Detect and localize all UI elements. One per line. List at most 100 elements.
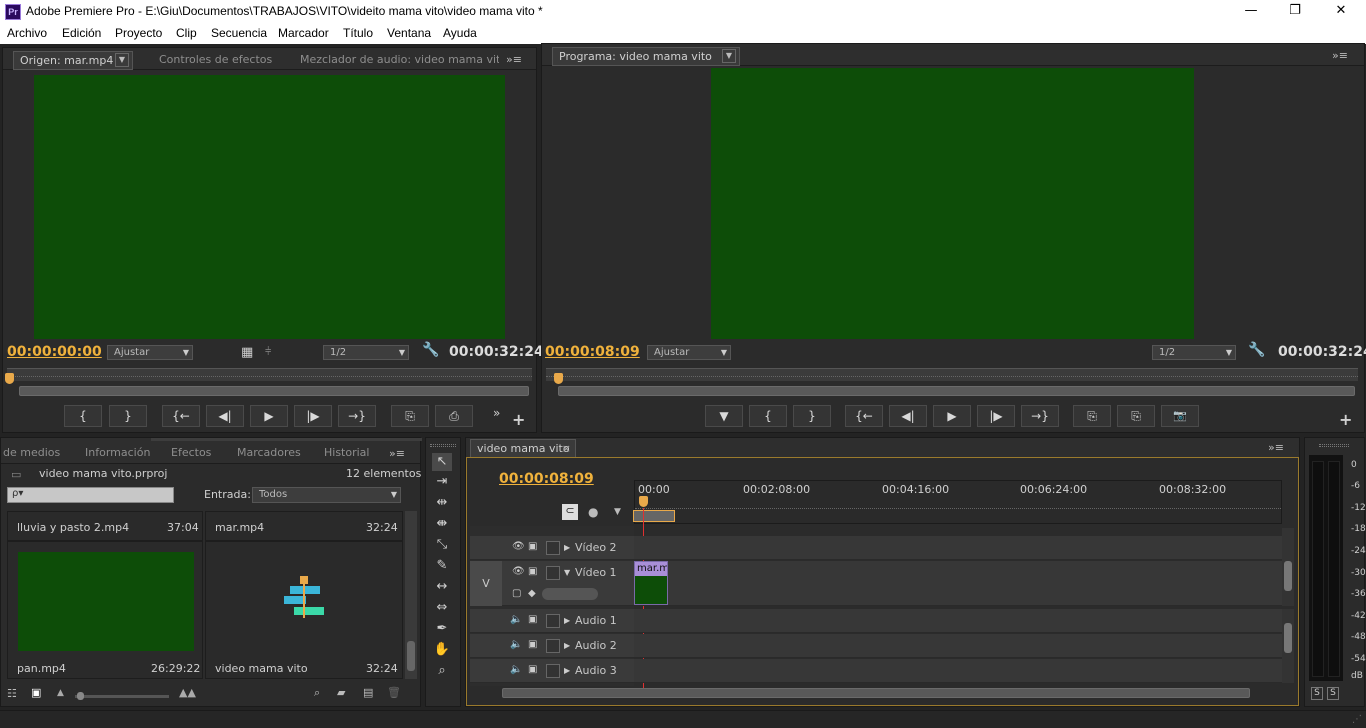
source-time-ruler[interactable] [7, 368, 532, 381]
play-button[interactable]: ▶ [933, 405, 971, 427]
go-to-out-button[interactable]: →} [338, 405, 376, 427]
timeline-timecode[interactable]: 00:00:08:09 [499, 471, 594, 487]
mark-in-button[interactable]: { [749, 405, 787, 427]
add-marker-icon[interactable]: ● [588, 505, 598, 519]
menu-ayuda[interactable]: Ayuda [443, 26, 477, 40]
lift-button[interactable]: ⎘ [1073, 405, 1111, 427]
add-button[interactable]: + [512, 410, 525, 429]
source-fit-select[interactable]: Ajustar ▼ [107, 345, 193, 360]
project-scroll-thumb[interactable] [407, 641, 415, 671]
rate-stretch-tool-icon[interactable]: ⤡ [432, 536, 452, 554]
slide-tool-icon[interactable]: ⇔ [432, 599, 452, 617]
project-item-pan[interactable]: pan.mp4 26:29:22 [7, 541, 203, 679]
mark-out-button[interactable]: } [793, 405, 831, 427]
selection-tool-icon[interactable]: ↖ [432, 453, 452, 471]
lock-toggle[interactable] [546, 541, 560, 555]
lock-toggle[interactable] [546, 664, 560, 678]
track-lane-audio1[interactable] [634, 609, 1282, 633]
zoom-out-icon[interactable]: ▲ [57, 688, 64, 698]
panel-menu-icon[interactable]: »≡ [506, 53, 522, 66]
play-button[interactable]: ▶ [250, 405, 288, 427]
tab-info[interactable]: Información [79, 444, 159, 463]
rolling-edit-tool-icon[interactable]: ⇼ [432, 515, 452, 533]
minimize-button[interactable]: — [1228, 0, 1274, 24]
film-icon[interactable]: ▣ [528, 541, 537, 552]
tab-audio-mixer[interactable]: Mezclador de audio: video mama vito [294, 51, 499, 70]
restore-button[interactable]: ❐ [1272, 0, 1318, 24]
icon-view-icon[interactable]: ▣ [31, 686, 41, 699]
menu-titulo[interactable]: Título [343, 26, 373, 40]
tab-effects[interactable]: Efectos [165, 444, 227, 463]
panel-grip[interactable] [1319, 444, 1349, 447]
more-buttons-icon[interactable]: » [493, 406, 500, 420]
go-to-in-button[interactable]: {← [845, 405, 883, 427]
expand-arrow-icon[interactable]: ▶ [564, 616, 570, 625]
zoom-tool-icon[interactable]: ⌕ [432, 662, 452, 680]
program-playhead[interactable] [554, 373, 563, 384]
tab-media-browser[interactable]: de medios [1, 444, 79, 463]
chevron-down-icon[interactable]: ▼ [115, 53, 129, 67]
source-resolution-select[interactable]: 1/2 ▼ [323, 345, 409, 360]
menu-clip[interactable]: Clip [176, 26, 197, 40]
work-area-bar[interactable] [633, 510, 675, 522]
project-search-input[interactable]: ρ▾ [7, 487, 174, 503]
film-icon[interactable]: ▦ [241, 345, 253, 360]
display-style-icon[interactable]: ▢ [512, 588, 521, 599]
resize-grip-icon[interactable]: ⋰ [1352, 714, 1362, 725]
step-forward-button[interactable]: |▶ [294, 405, 332, 427]
zoom-slider[interactable] [75, 692, 169, 700]
export-frame-button[interactable]: 📷 [1161, 405, 1199, 427]
ripple-edit-tool-icon[interactable]: ⇹ [432, 494, 452, 512]
step-back-button[interactable]: ◀| [206, 405, 244, 427]
tab-source[interactable]: Origen: mar.mp4 ▼ [13, 51, 133, 70]
solo-right-button[interactable]: S [1327, 687, 1339, 700]
program-zoom-scrollbar[interactable] [558, 386, 1355, 396]
menu-ventana[interactable]: Ventana [387, 26, 431, 40]
speaker-icon[interactable]: 🔈 [510, 614, 522, 625]
go-to-out-button[interactable]: →} [1021, 405, 1059, 427]
scroll-thumb[interactable] [1284, 561, 1292, 591]
mark-out-button[interactable]: } [109, 405, 147, 427]
eye-icon[interactable]: 👁 [512, 541, 525, 552]
scroll-thumb[interactable] [1284, 623, 1292, 653]
new-bin-icon[interactable]: ▰ [337, 686, 345, 699]
tab-markers[interactable]: Marcadores [231, 444, 311, 463]
lock-toggle[interactable] [546, 639, 560, 653]
waveform-icon[interactable]: ⫩ [265, 345, 271, 359]
trash-icon[interactable]: 🗑 [387, 686, 401, 699]
lock-toggle[interactable] [546, 566, 560, 580]
source-playhead[interactable] [5, 373, 14, 384]
wrench-icon[interactable]: 🔧 [422, 342, 439, 358]
speaker-icon[interactable]: 🔈 [510, 664, 522, 675]
pen-tool-icon[interactable]: ✒ [432, 620, 452, 638]
speaker-icon[interactable]: 🔈 [510, 639, 522, 650]
entry-select[interactable]: Todos ▼ [252, 487, 401, 503]
film-icon[interactable]: ▣ [528, 566, 537, 577]
mark-in-button[interactable]: { [64, 405, 102, 427]
solo-left-button[interactable]: S [1311, 687, 1323, 700]
clip-mar[interactable]: mar.m [634, 561, 668, 605]
expand-arrow-icon[interactable]: ▶ [564, 666, 570, 675]
hand-tool-icon[interactable]: ✋ [432, 641, 452, 659]
timeline-ruler[interactable]: 00:00 00:02:08:00 00:04:16:00 00:06:24:0… [633, 480, 1282, 524]
chevron-down-icon[interactable]: ▼ [722, 49, 736, 63]
insert-button[interactable]: ⎘ [391, 405, 429, 427]
close-icon[interactable]: × [562, 440, 571, 457]
track-select-tool-icon[interactable]: ⇥ [432, 473, 452, 491]
go-to-in-button[interactable]: {← [162, 405, 200, 427]
collapse-arrow-icon[interactable]: ▼ [564, 568, 570, 577]
step-back-button[interactable]: ◀| [889, 405, 927, 427]
film-icon[interactable]: ▣ [528, 614, 537, 625]
tab-sequence[interactable]: video mama vito × [470, 439, 576, 458]
overwrite-button[interactable]: ⎙ [435, 405, 473, 427]
close-button[interactable]: ✕ [1318, 0, 1364, 24]
step-forward-button[interactable]: |▶ [977, 405, 1015, 427]
lock-toggle[interactable] [546, 614, 560, 628]
snap-icon[interactable]: ⊂ [562, 504, 578, 520]
track-lane-audio2[interactable] [634, 634, 1282, 658]
program-resolution-select[interactable]: 1/2 ▼ [1152, 345, 1236, 360]
source-patch-v[interactable]: V [470, 561, 502, 606]
add-button[interactable]: + [1339, 410, 1352, 429]
panel-menu-icon[interactable]: »≡ [1268, 441, 1284, 454]
new-item-icon[interactable]: ▤ [363, 686, 373, 699]
